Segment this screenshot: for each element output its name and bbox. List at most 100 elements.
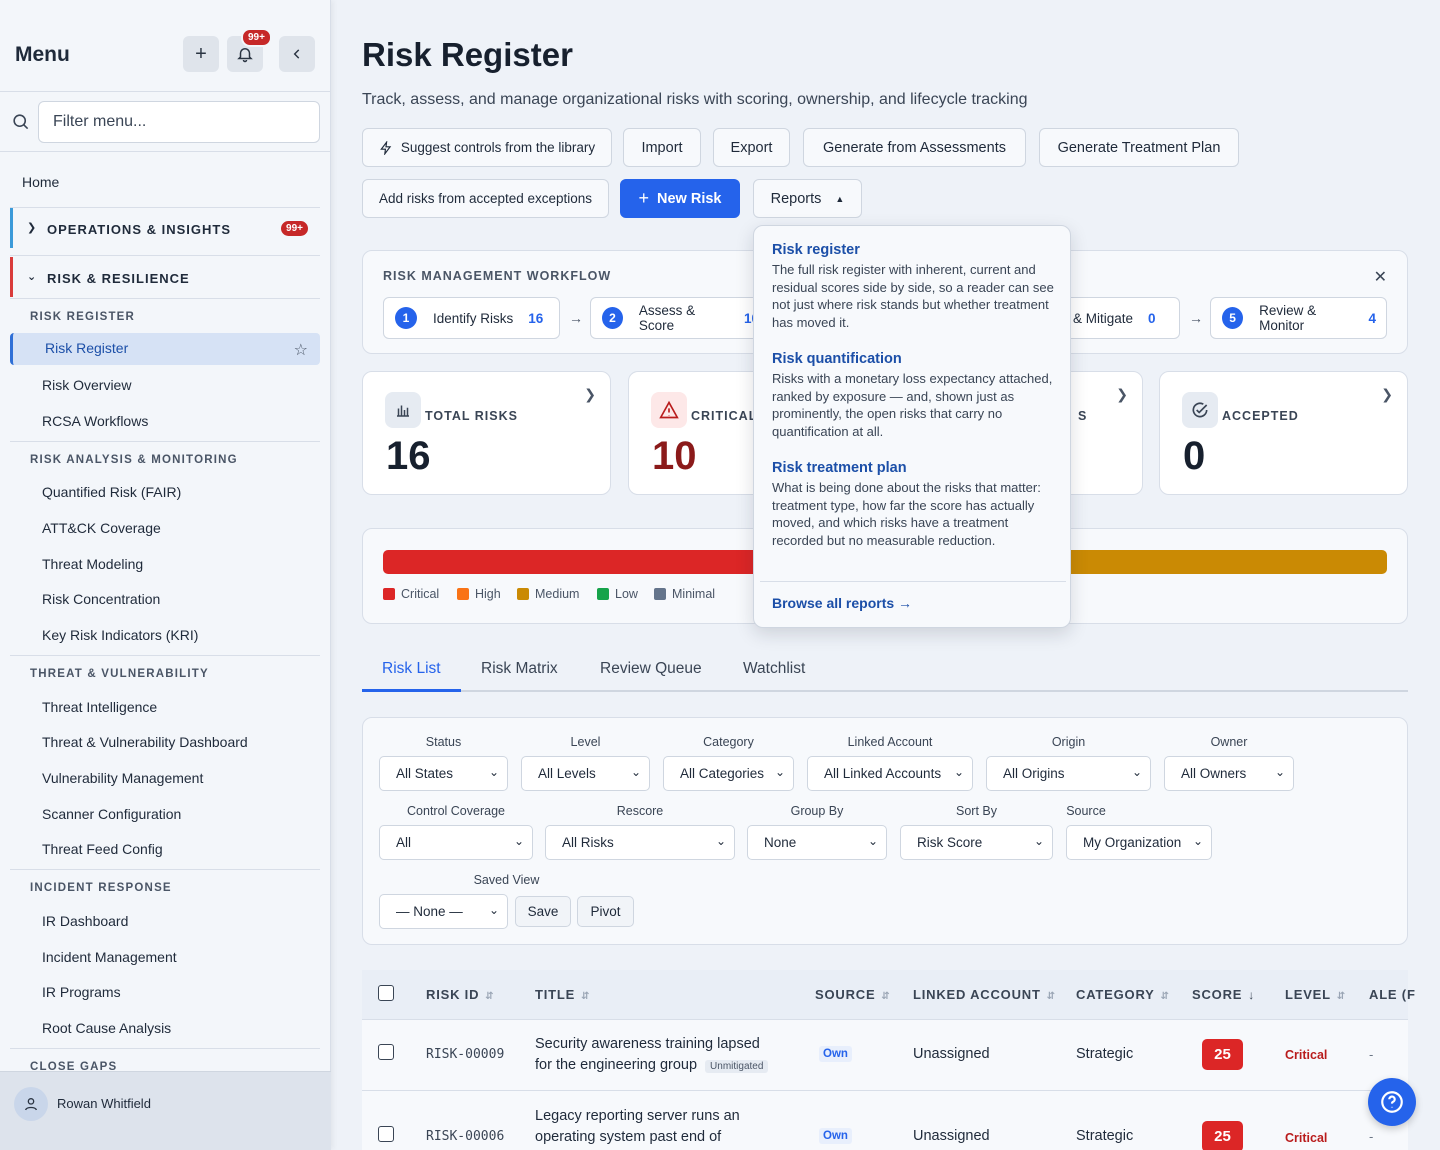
column-score[interactable]: SCORE ↓ [1192,987,1255,1002]
notifications-badge: 99+ [241,28,272,47]
section-close-gaps: CLOSE GAPS [30,1061,118,1071]
filter-menu-input[interactable] [38,101,320,143]
column-level[interactable]: LEVEL ⇵ [1285,987,1346,1002]
suggest-controls-button[interactable]: Suggest controls from the library [362,128,612,167]
rescore-select[interactable]: All Risks ⌄ [545,825,735,860]
sort-desc-icon: ↓ [1248,988,1256,1002]
table-row[interactable]: RISK-00006 Legacy reporting server runs … [362,1091,1408,1150]
column-label: RISK ID [426,987,480,1002]
workflow-step-treat[interactable]: at & Mitigate 0 [1053,297,1180,339]
star-icon[interactable]: ☆ [294,340,308,360]
column-risk-id[interactable]: RISK ID ⇵ [426,987,494,1002]
sidebar-item-incident-management[interactable]: Incident Management [42,949,177,965]
pivot-button[interactable]: Pivot [577,896,634,927]
legend-low: Low [597,587,638,601]
tab-watchlist[interactable]: Watchlist [743,660,805,678]
table-header: RISK ID ⇵ TITLE ⇵ SOURCE ⇵ LINKED ACCOUNT ⇵ … [362,970,1415,1020]
add-from-exceptions-button[interactable]: Add risks from accepted exceptions [362,179,609,218]
save-view-button[interactable]: Save [515,896,571,927]
sidebar-item-threat-modeling[interactable]: Threat Modeling [42,556,143,572]
select-all-checkbox[interactable] [378,985,394,1001]
sidebar-item-kri[interactable]: Key Risk Indicators (KRI) [42,627,198,643]
workflow-step-review[interactable]: 5 Review & Monitor 4 [1210,297,1387,339]
source-select[interactable]: My Organization ⌄ [1066,825,1212,860]
chevron-right-icon: ❯ [1116,386,1128,402]
report-item-risk-register[interactable]: Risk register The full risk register wit… [772,242,1056,331]
category-select[interactable]: All Categories ⌄ [663,756,794,791]
chevron-down-icon: ⌄ [1192,834,1203,848]
level-select[interactable]: All Levels ⌄ [521,756,650,791]
row-checkbox[interactable] [378,1126,394,1142]
origin-select[interactable]: All Origins ⌄ [986,756,1151,791]
sidebar-item-rcsa-workflows[interactable]: RCSA Workflows [42,413,148,429]
plus-icon: + [195,42,207,65]
group-by-select[interactable]: None ⌄ [747,825,887,860]
sidebar-item-home[interactable]: Home [22,174,59,190]
workflow-step-identify[interactable]: 1 Identify Risks 16 [383,297,560,339]
score-badge: 25 [1202,1039,1243,1070]
divider [10,869,320,870]
sidebar-item-threat-intelligence[interactable]: Threat Intelligence [42,699,157,715]
owner-select[interactable]: All Owners ⌄ [1164,756,1294,791]
column-ale[interactable]: ALE (F [1369,987,1416,1002]
chevron-down-icon: ⌄ [27,271,38,283]
table-row[interactable]: RISK-00009 Security awareness training l… [362,1020,1408,1091]
sidebar-item-ir-dashboard[interactable]: IR Dashboard [42,913,128,929]
add-button[interactable]: + [183,36,219,72]
sidebar-item-ir-programs[interactable]: IR Programs [42,984,121,1000]
row-checkbox[interactable] [378,1044,394,1060]
sidebar-item-tv-dashboard[interactable]: Threat & Vulnerability Dashboard [42,734,248,750]
new-risk-button[interactable]: + New Risk [620,179,740,218]
step-count: 0 [1148,310,1156,326]
generate-from-assessments-button[interactable]: Generate from Assessments [803,128,1026,167]
select-value: All Levels [538,766,596,781]
workflow-step-assess[interactable]: 2 Assess & Score 10 [590,297,770,339]
sidebar-item-risk-overview[interactable]: Risk Overview [42,377,131,393]
risk-title[interactable]: Security awareness training lapsed for t… [535,1034,769,1077]
sidebar-item-scanner-configuration[interactable]: Scanner Configuration [42,806,181,822]
sort-by-select[interactable]: Risk Score ⌄ [900,825,1053,860]
export-button[interactable]: Export [713,128,790,167]
column-source[interactable]: SOURCE ⇵ [815,987,891,1002]
sidebar-item-risk-concentration[interactable]: Risk Concentration [42,591,160,607]
report-item-risk-treatment-plan[interactable]: Risk treatment plan What is being done a… [772,460,1056,549]
generate-treatment-plan-button[interactable]: Generate Treatment Plan [1039,128,1239,167]
group-label: OPERATIONS & INSIGHTS [47,222,231,237]
stat-card-accepted[interactable]: ACCEPTED 0 ❯ [1159,371,1408,495]
sidebar-item-attack-coverage[interactable]: ATT&CK Coverage [42,520,161,536]
saved-view-select[interactable]: — None — ⌄ [379,894,508,929]
browse-all-reports-link[interactable]: Browse all reports → [772,595,912,611]
risk-id[interactable]: RISK-00006 [426,1129,504,1144]
risk-id[interactable]: RISK-00009 [426,1047,504,1062]
reports-button[interactable]: Reports ▲ [753,179,862,218]
column-title[interactable]: TITLE ⇵ [535,987,590,1002]
status-select[interactable]: All States ⌄ [379,756,508,791]
user-footer[interactable]: Rowan Whitfield [0,1071,331,1150]
chevron-down-icon: ⌄ [774,765,785,779]
column-category[interactable]: CATEGORY ⇵ [1076,987,1170,1002]
help-button[interactable] [1368,1078,1416,1126]
tab-risk-matrix[interactable]: Risk Matrix [481,660,558,678]
linked-account-select[interactable]: All Linked Accounts ⌄ [807,756,973,791]
stat-card-total-risks[interactable]: TOTAL RISKS 16 ❯ [362,371,611,495]
sidebar-group-operations[interactable]: ❯ OPERATIONS & INSIGHTS 99+ [10,208,320,248]
tabs-divider [362,690,1408,692]
control-coverage-select[interactable]: All ⌄ [379,825,533,860]
close-icon[interactable]: ✕ [1374,267,1387,287]
legend-critical: Critical [383,587,439,601]
sidebar-item-threat-feed-config[interactable]: Threat Feed Config [42,841,163,857]
sidebar-item-quantified-risk[interactable]: Quantified Risk (FAIR) [42,484,181,500]
import-button[interactable]: Import [623,128,701,167]
column-label: TITLE [535,987,576,1002]
bell-icon [237,48,253,63]
column-linked-account[interactable]: LINKED ACCOUNT ⇵ [913,987,1056,1002]
risk-title[interactable]: Legacy reporting server runs an operatin… [535,1106,740,1148]
report-item-risk-quantification[interactable]: Risk quantification Risks with a monetar… [772,351,1056,440]
sidebar-item-risk-register[interactable]: Risk Register ☆ [10,333,320,365]
tab-risk-list[interactable]: Risk List [382,660,441,678]
collapse-sidebar-button[interactable] [279,36,315,72]
sidebar-item-vulnerability-management[interactable]: Vulnerability Management [42,770,203,786]
tab-review-queue[interactable]: Review Queue [600,660,702,678]
sidebar-group-risk-resilience[interactable]: ⌄ RISK & RESILIENCE [10,257,320,297]
sidebar-item-root-cause-analysis[interactable]: Root Cause Analysis [42,1020,171,1036]
